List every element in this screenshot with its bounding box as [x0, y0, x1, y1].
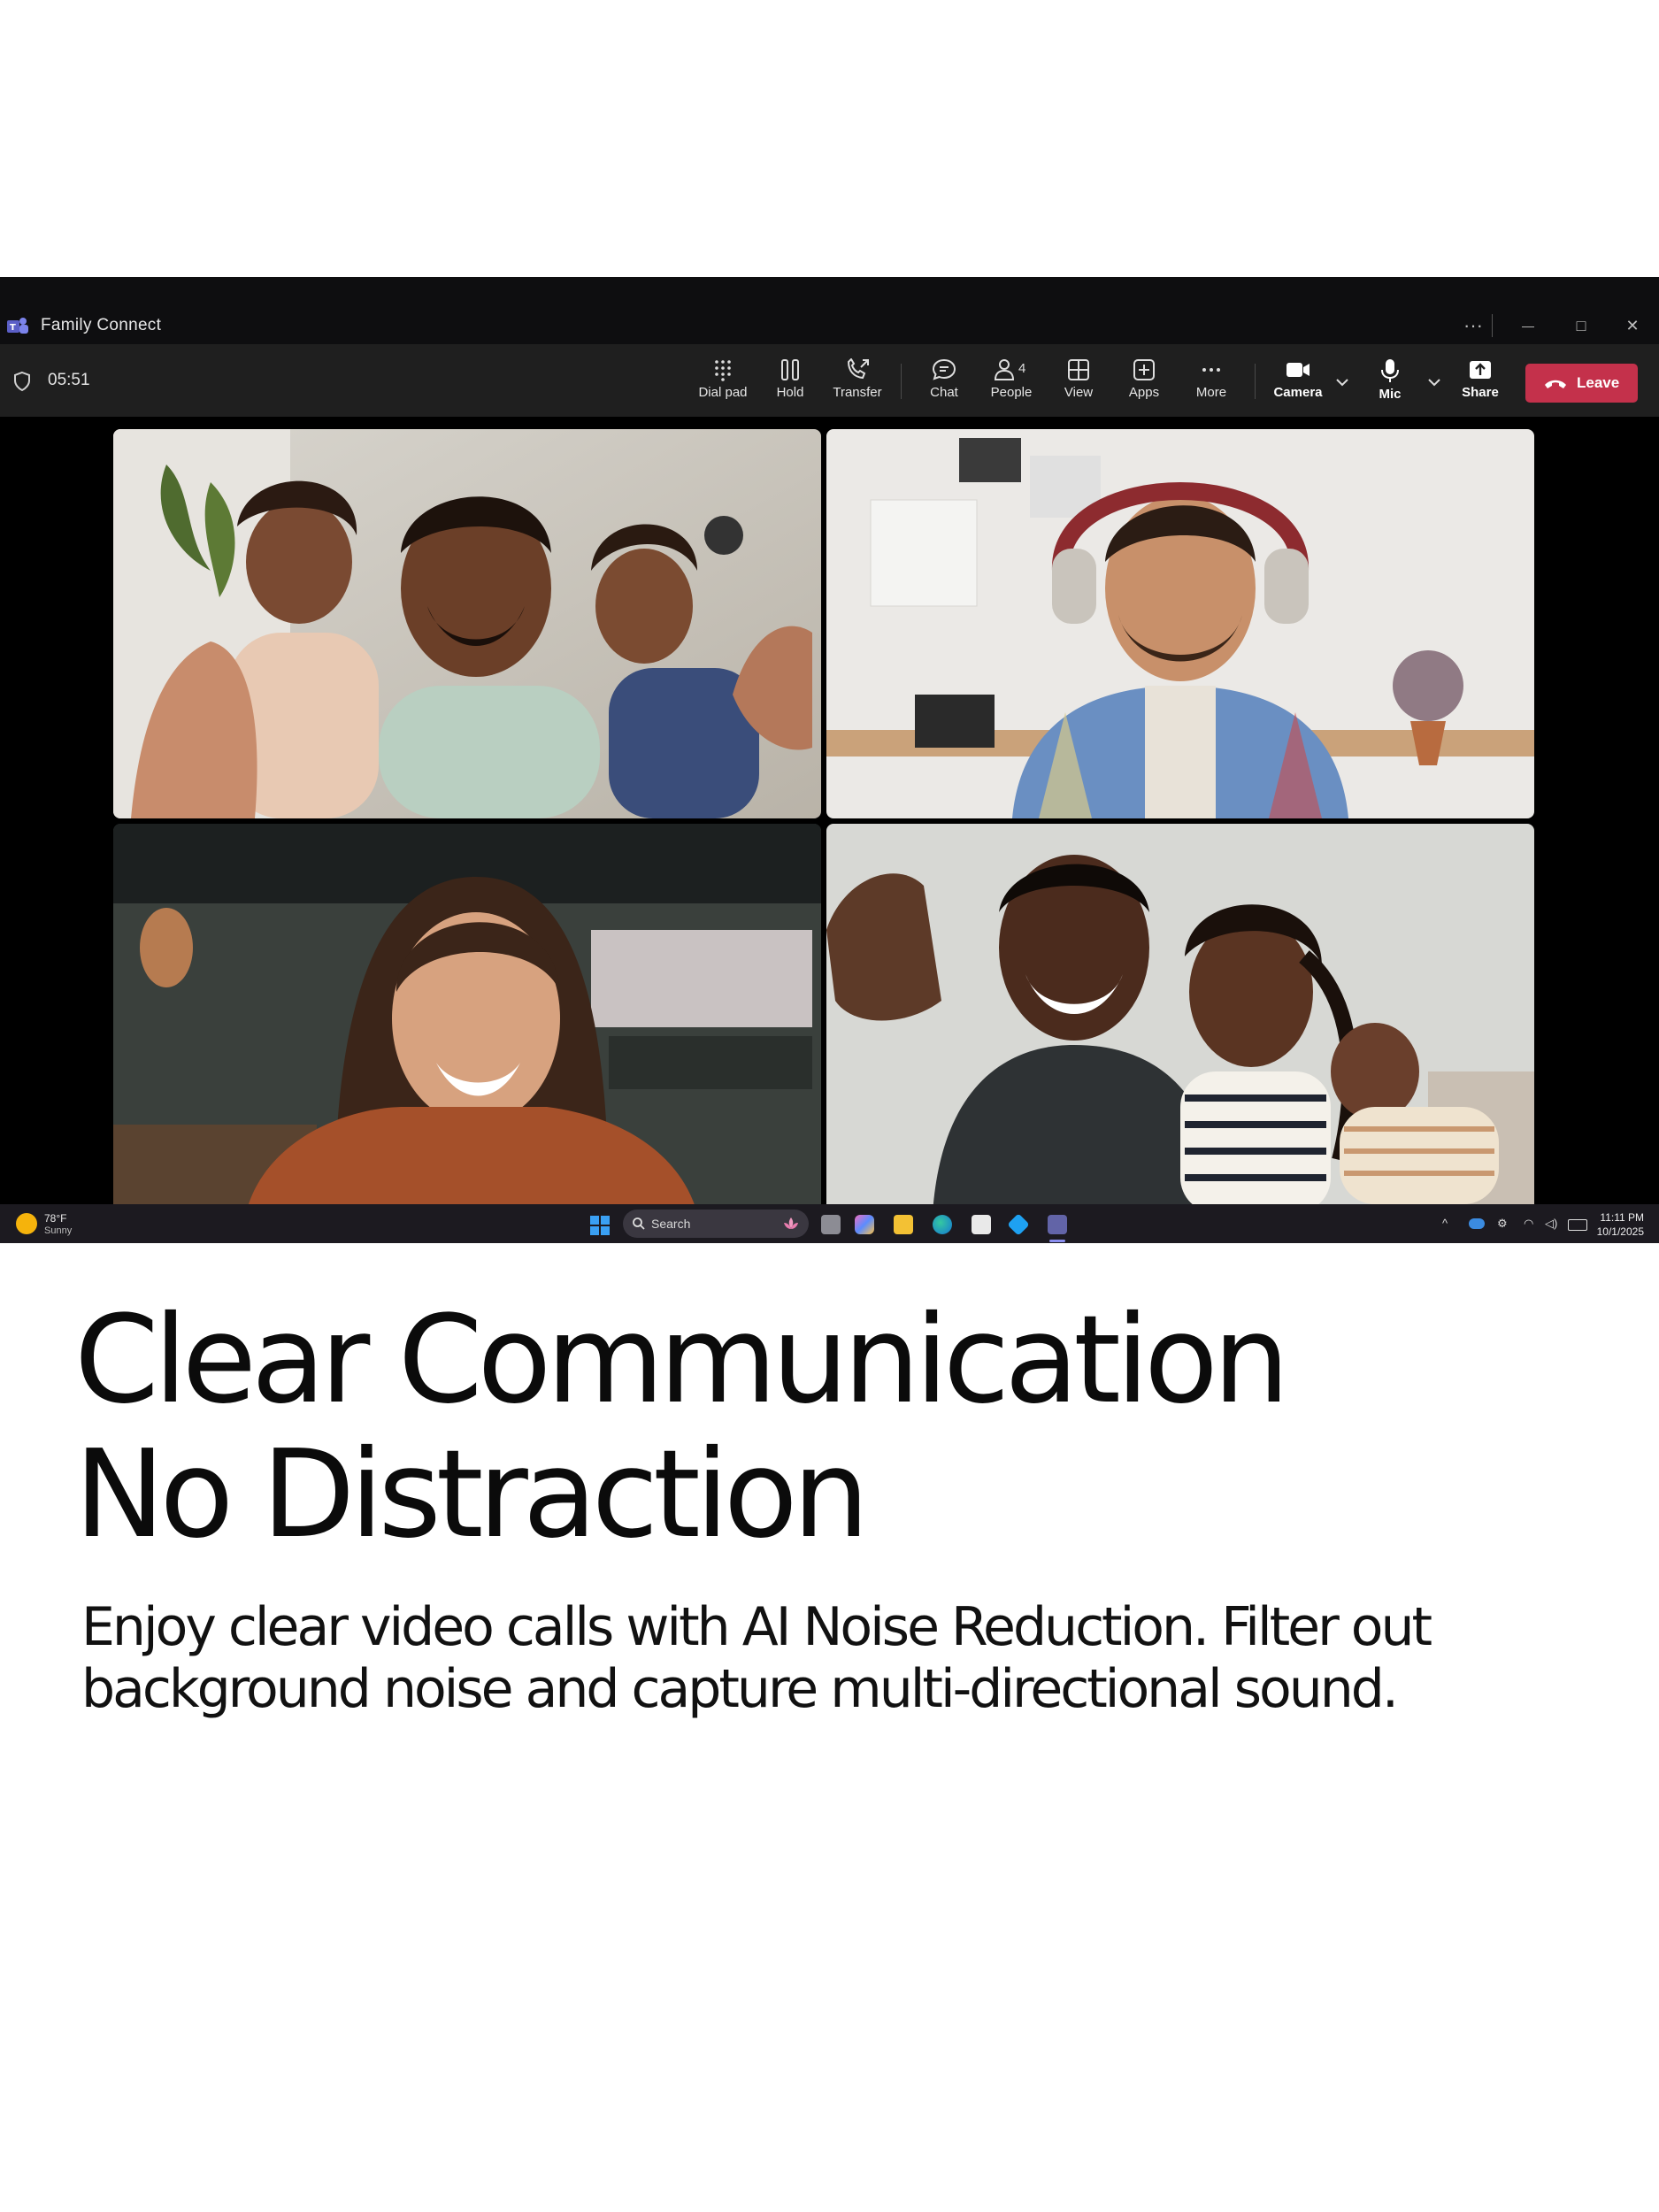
headline-line: Clear Communication	[74, 1290, 1290, 1431]
edge-browser-icon[interactable]	[933, 1215, 952, 1234]
share-label: Share	[1462, 385, 1499, 400]
camera-icon	[1286, 363, 1310, 377]
camera-button[interactable]: Camera	[1267, 353, 1329, 410]
window-title: Family Connect	[41, 316, 162, 334]
transfer-label: Transfer	[833, 385, 882, 400]
title-divider	[1492, 314, 1493, 337]
couple-video-feed	[826, 824, 1534, 1213]
wifi-icon[interactable]: ◠	[1524, 1217, 1533, 1231]
teams-logo-icon: T	[7, 318, 28, 334]
close-button[interactable]: ✕	[1617, 312, 1647, 339]
chat-label: Chat	[930, 385, 958, 400]
dial-pad-label: Dial pad	[698, 385, 748, 400]
call-toolbar: 05:51 Dial pad Hold Transfer Chat 4 Peop…	[0, 344, 1659, 417]
hold-label: Hold	[776, 385, 804, 400]
participant-tile-family[interactable]	[113, 429, 821, 818]
more-options-icon[interactable]: ···	[1458, 312, 1488, 339]
chat-button[interactable]: Chat	[913, 353, 975, 410]
more-button[interactable]: More	[1180, 353, 1242, 410]
shield-icon	[14, 371, 30, 392]
toolbar-divider	[901, 364, 902, 399]
headline-line: No Distraction	[74, 1425, 870, 1565]
toolbar-divider	[1255, 364, 1256, 399]
add-app-icon	[1133, 359, 1155, 380]
marketing-body-copy: Enjoy clear video calls with AI Noise Re…	[81, 1596, 1621, 1720]
people-count: 4	[1018, 361, 1025, 376]
participant-tile-woman[interactable]	[113, 824, 821, 1213]
teams-taskbar-icon[interactable]	[1048, 1215, 1067, 1234]
participant-tile-couple[interactable]	[826, 824, 1534, 1213]
show-hidden-icons-chevron-up-icon[interactable]: ^	[1442, 1217, 1448, 1230]
mic-options-chevron-down-icon[interactable]	[1425, 374, 1444, 390]
file-explorer-icon[interactable]	[894, 1215, 913, 1234]
more-label: More	[1195, 385, 1227, 400]
people-icon: 4	[994, 359, 1025, 380]
camera-label: Camera	[1273, 385, 1323, 400]
title-bar: T Family Connect ··· — □ ✕	[0, 277, 1659, 344]
windows-start-icon[interactable]	[589, 1215, 611, 1236]
apps-label: Apps	[1128, 385, 1160, 400]
taskbar-clock-time[interactable]: 11:11 PM	[1600, 1211, 1644, 1224]
hold-button[interactable]: Hold	[759, 353, 821, 410]
headphones-video-feed	[826, 429, 1534, 818]
marketing-headline: Clear Communication No Distraction	[74, 1294, 1578, 1563]
weather-temperature[interactable]: 78°F	[44, 1212, 66, 1225]
search-icon	[633, 1217, 645, 1230]
ellipsis-icon	[1202, 368, 1220, 372]
share-screen-icon	[1470, 361, 1491, 379]
pause-icon	[781, 359, 799, 380]
mic-label: Mic	[1379, 387, 1402, 402]
task-view-icon[interactable]	[821, 1215, 841, 1234]
dial-pad-icon	[715, 360, 731, 381]
search-placeholder: Search	[651, 1217, 691, 1231]
body-line: Enjoy clear video calls with AI Noise Re…	[81, 1596, 1432, 1658]
onedrive-icon[interactable]	[1469, 1218, 1485, 1229]
apps-button[interactable]: Apps	[1113, 353, 1175, 410]
view-label: View	[1064, 385, 1094, 400]
microsoft-store-icon[interactable]	[972, 1215, 991, 1234]
photos-app-icon[interactable]	[1007, 1213, 1030, 1236]
taskbar-search-box[interactable]: Search	[623, 1210, 809, 1238]
transfer-button[interactable]: Transfer	[826, 353, 888, 410]
mic-button[interactable]: Mic	[1359, 353, 1421, 410]
dial-pad-button[interactable]: Dial pad	[692, 353, 754, 410]
leave-label: Leave	[1577, 374, 1620, 391]
people-button[interactable]: 4 People	[980, 353, 1042, 410]
woman-video-feed	[113, 824, 821, 1213]
grid-view-icon	[1068, 359, 1089, 380]
sun-icon[interactable]	[16, 1213, 37, 1234]
participant-tile-headphones[interactable]	[826, 429, 1534, 818]
weather-condition[interactable]: Sunny	[44, 1225, 72, 1236]
settings-gear-icon[interactable]: ⚙	[1497, 1217, 1508, 1231]
volume-icon[interactable]: ◁)	[1545, 1217, 1557, 1231]
svg-text:T: T	[10, 323, 16, 333]
copilot-icon[interactable]	[855, 1215, 874, 1234]
microphone-icon	[1381, 359, 1399, 382]
maximize-button[interactable]: □	[1566, 312, 1596, 339]
view-button[interactable]: View	[1048, 353, 1110, 410]
leave-button[interactable]: Leave	[1525, 364, 1638, 403]
body-line: background noise and capture multi-direc…	[81, 1658, 1399, 1720]
phone-transfer-icon	[847, 358, 869, 380]
lotus-highlight-icon	[784, 1217, 798, 1229]
windows-taskbar: 78°F Sunny Search ^ ⚙ ◠ ◁) 11:11 PM 10/1…	[0, 1204, 1659, 1243]
video-grid	[0, 417, 1659, 1213]
minimize-button[interactable]: —	[1513, 312, 1543, 339]
family-video-feed	[113, 429, 821, 818]
taskbar-clock-date[interactable]: 10/1/2025	[1593, 1225, 1644, 1238]
chat-icon	[932, 358, 956, 380]
people-label: People	[990, 385, 1033, 400]
battery-icon[interactable]	[1568, 1219, 1587, 1231]
active-app-indicator	[1049, 1240, 1065, 1242]
share-button[interactable]: Share	[1449, 353, 1511, 410]
camera-options-chevron-down-icon[interactable]	[1333, 374, 1352, 390]
call-timer: 05:51	[48, 371, 90, 389]
teams-call-window: T Family Connect ··· — □ ✕ 05:51 Dial pa…	[0, 277, 1659, 1243]
hang-up-icon	[1545, 380, 1566, 388]
